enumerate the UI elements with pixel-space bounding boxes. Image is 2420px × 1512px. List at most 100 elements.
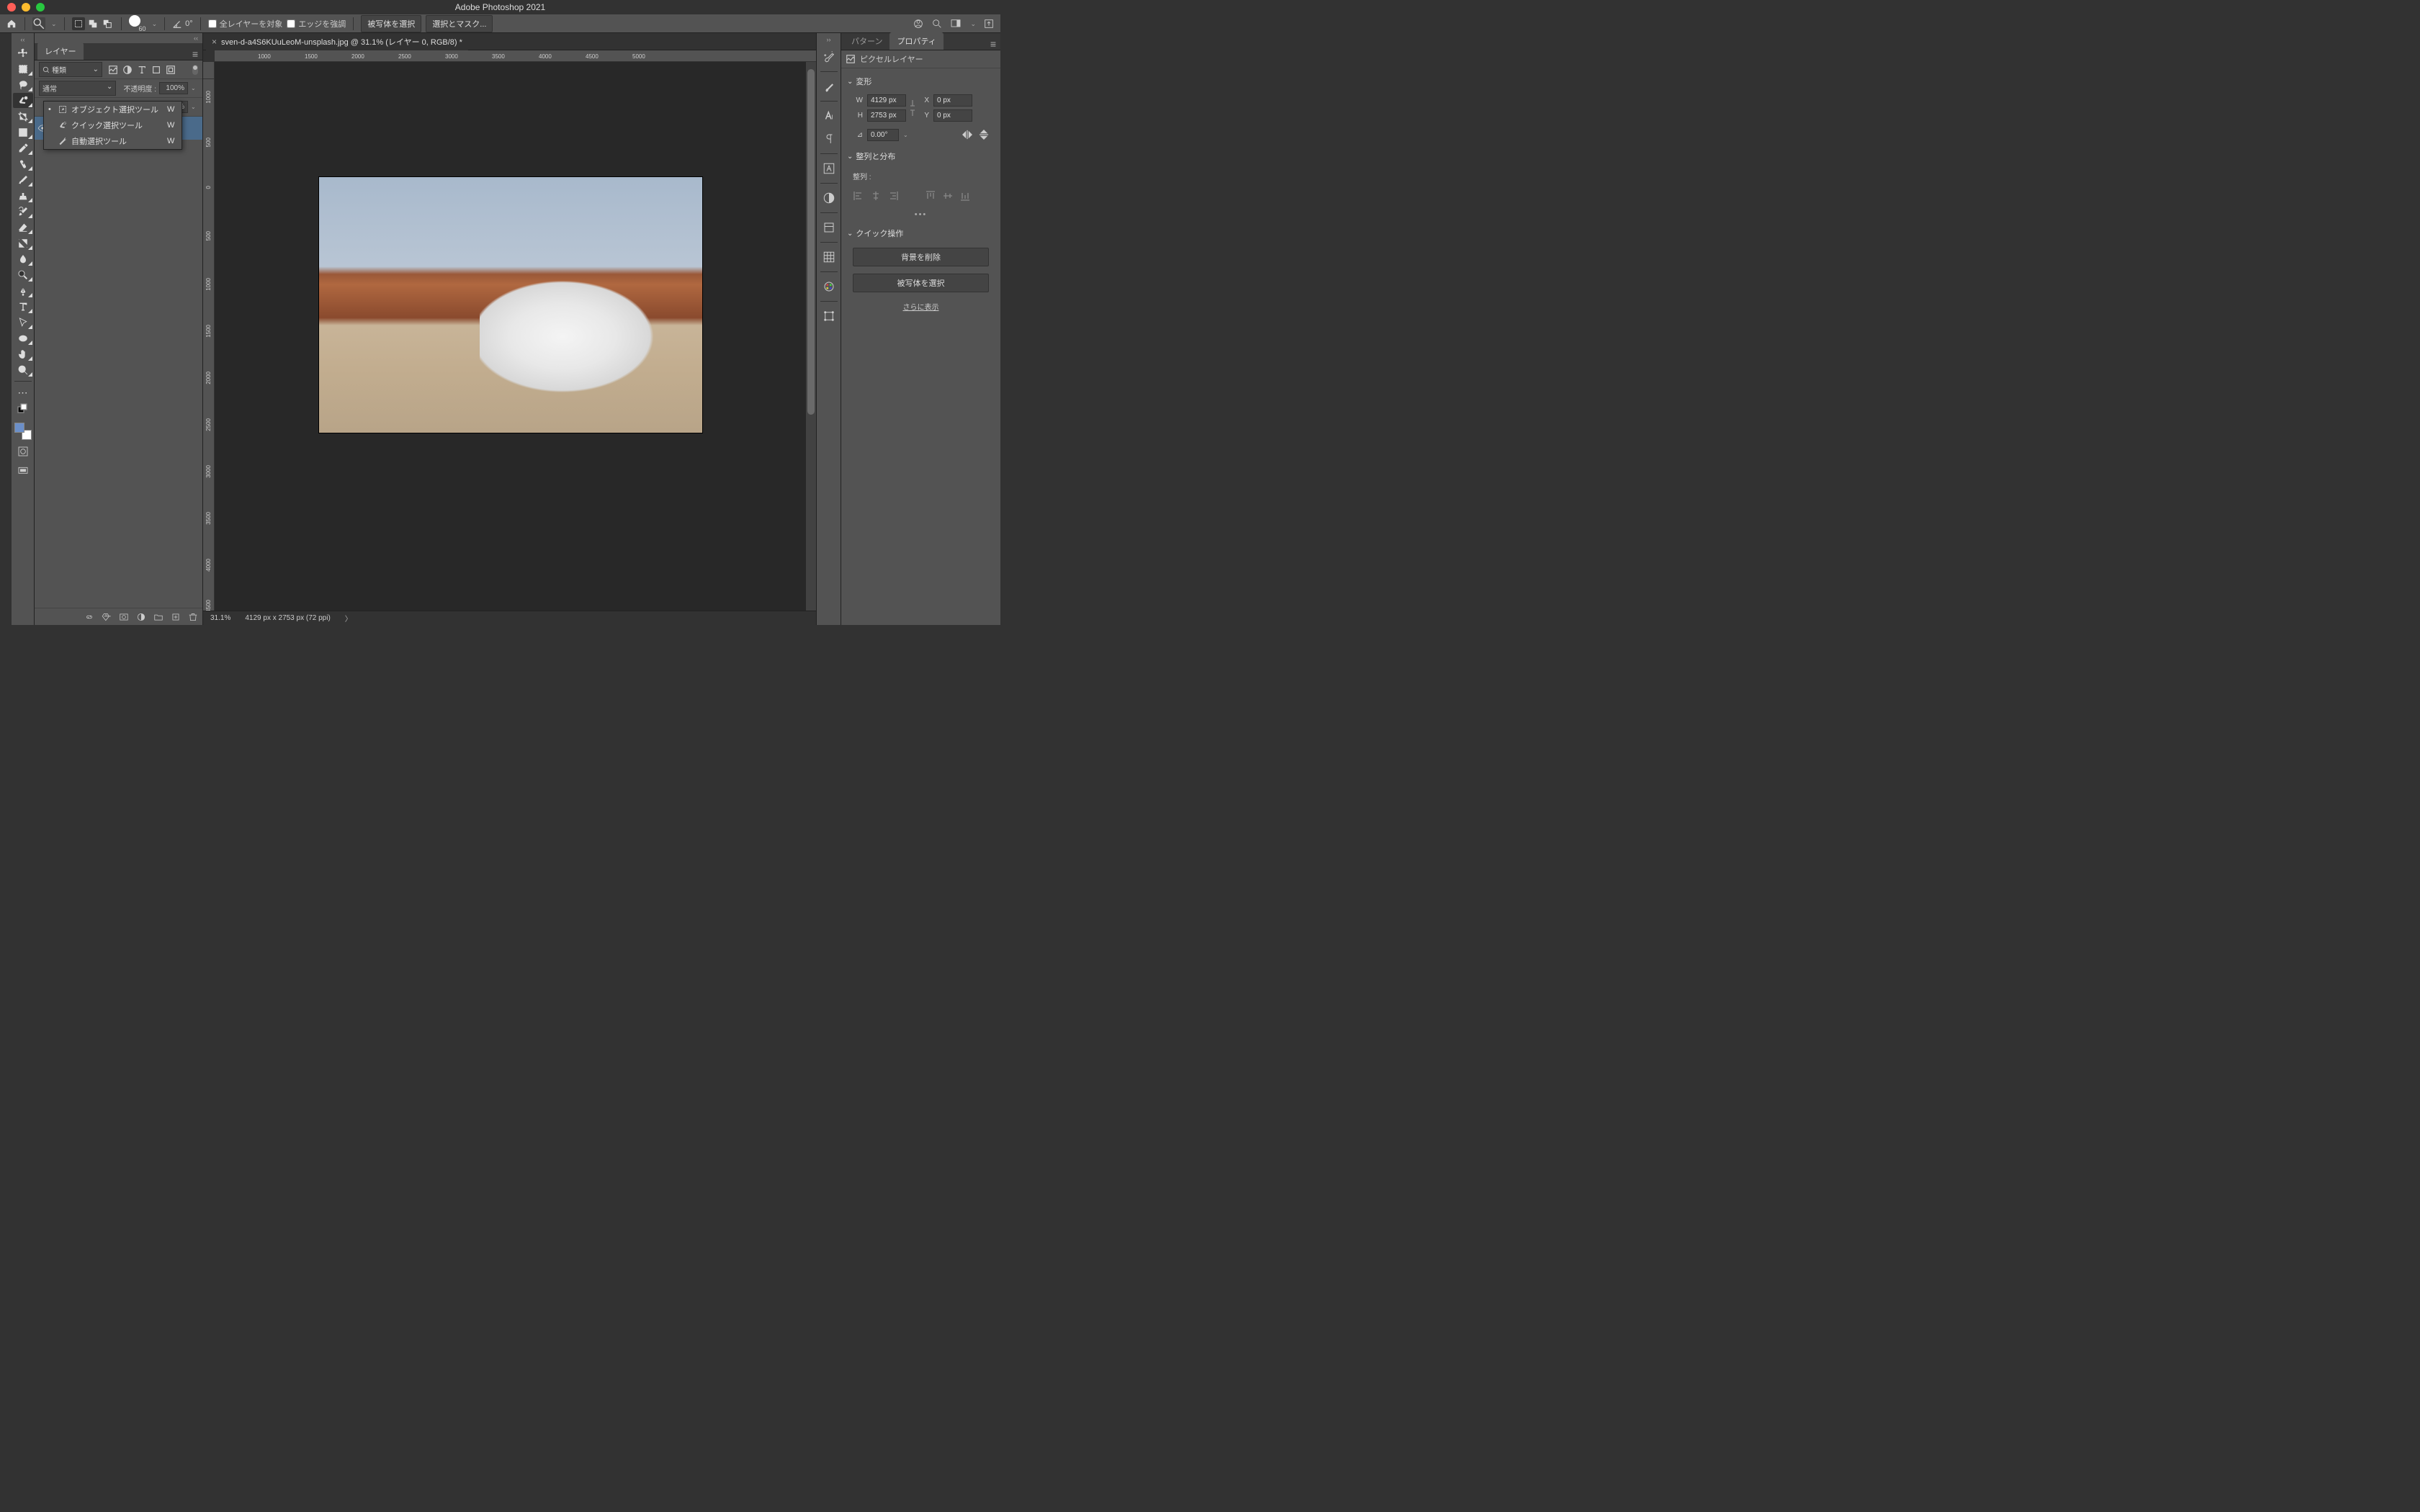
enhance-edge-checkbox[interactable]: エッジを強調 xyxy=(287,18,346,30)
document-dimensions[interactable]: 4129 px x 2753 px (72 ppi) xyxy=(245,614,330,622)
home-icon[interactable] xyxy=(6,19,17,29)
window-zoom[interactable] xyxy=(36,3,45,12)
scrollbar-thumb[interactable] xyxy=(807,69,815,415)
filter-pixel-icon[interactable] xyxy=(108,65,118,75)
remove-background-button[interactable]: 背景を削除 xyxy=(853,248,989,266)
align-section-header[interactable]: 整列と分布 xyxy=(847,148,995,165)
new-layer-icon[interactable] xyxy=(171,612,181,622)
rotation-input[interactable]: 0.00° xyxy=(867,129,899,141)
vertical-ruler[interactable]: 1000 500 0 500 1000 1500 2000 2500 3000 … xyxy=(203,62,215,611)
history-brush-tool[interactable] xyxy=(13,204,33,219)
object-selection-tool-item[interactable]: オブジェクト選択ツール W xyxy=(44,102,182,117)
adjustment-layer-icon[interactable] xyxy=(136,612,146,622)
vertical-scrollbar[interactable] xyxy=(806,62,816,611)
filter-type-icon[interactable] xyxy=(137,65,147,75)
align-right-icon[interactable] xyxy=(887,190,899,202)
healing-brush-tool[interactable] xyxy=(13,156,33,171)
sample-all-layers-checkbox[interactable]: 全レイヤーを対象 xyxy=(208,18,283,30)
close-tab-icon[interactable]: × xyxy=(212,37,217,47)
quick-actions-header[interactable]: クイック操作 xyxy=(847,225,995,242)
screen-mode-icon[interactable] xyxy=(13,463,33,479)
align-hcenter-icon[interactable] xyxy=(870,190,882,202)
x-input[interactable]: 0 px xyxy=(933,94,972,107)
quick-mask-icon[interactable] xyxy=(13,444,33,459)
blend-mode-dropdown[interactable]: 通常⌄ xyxy=(39,81,116,96)
libraries-panel-icon[interactable] xyxy=(819,217,839,238)
lasso-tool[interactable] xyxy=(13,77,33,92)
filter-shape-icon[interactable] xyxy=(151,65,161,75)
brush-settings-panel-icon[interactable] xyxy=(819,46,839,68)
path-selection-tool[interactable] xyxy=(13,315,33,330)
angle-value[interactable]: 0° xyxy=(185,19,193,28)
window-close[interactable] xyxy=(7,3,16,12)
brush-tool[interactable] xyxy=(13,172,33,187)
magic-wand-tool-item[interactable]: 自動選択ツール W xyxy=(44,133,182,149)
color-panel-icon[interactable] xyxy=(819,276,839,297)
align-bottom-icon[interactable] xyxy=(959,190,971,202)
crop-tool[interactable] xyxy=(13,109,33,124)
window-minimize[interactable] xyxy=(22,3,30,12)
cloud-docs-icon[interactable] xyxy=(913,18,924,30)
marquee-tool[interactable] xyxy=(13,61,33,76)
pen-tool[interactable] xyxy=(13,283,33,298)
fill-dropdown-icon[interactable]: ⌄ xyxy=(191,104,198,110)
gradient-tool[interactable] xyxy=(13,235,33,251)
swatches-panel-icon[interactable] xyxy=(819,246,839,268)
frame-tool[interactable] xyxy=(13,125,33,140)
blur-tool[interactable] xyxy=(13,251,33,266)
layers-tab[interactable]: レイヤー xyxy=(37,42,84,60)
edit-toolbar-icon[interactable]: ⋯ xyxy=(13,385,33,400)
adjustments-panel-icon[interactable] xyxy=(819,187,839,209)
hand-tool[interactable] xyxy=(13,346,33,361)
horizontal-ruler[interactable]: 1000 1500 2000 2500 3000 3500 4000 4500 … xyxy=(215,50,816,62)
zoom-tool[interactable] xyxy=(13,362,33,377)
toolbar-collapse-icon[interactable]: ‹‹ xyxy=(21,36,25,45)
color-swatches[interactable] xyxy=(14,423,32,440)
selection-subtract-icon[interactable] xyxy=(101,17,114,30)
opacity-dropdown-icon[interactable]: ⌄ xyxy=(191,85,198,91)
flip-horizontal-icon[interactable] xyxy=(960,130,974,140)
align-vcenter-icon[interactable] xyxy=(942,190,954,202)
ruler-origin[interactable] xyxy=(203,68,215,79)
filter-toggle[interactable] xyxy=(192,65,198,75)
workspace-icon[interactable] xyxy=(950,18,962,30)
selection-add-icon[interactable] xyxy=(86,17,99,30)
show-more-link[interactable]: さらに表示 xyxy=(847,298,995,315)
align-top-icon[interactable] xyxy=(925,190,936,202)
status-info-dropdown[interactable]: 〉 xyxy=(345,613,352,624)
properties-tab[interactable]: プロパティ xyxy=(889,32,943,50)
share-icon[interactable] xyxy=(983,18,995,30)
delete-layer-icon[interactable] xyxy=(188,612,198,622)
eyedropper-tool[interactable] xyxy=(13,140,33,156)
properties-menu-icon[interactable]: ≡ xyxy=(986,38,1000,50)
y-input[interactable]: 0 px xyxy=(933,109,972,122)
quick-selection-tool[interactable] xyxy=(13,93,33,108)
link-wh-icon[interactable] xyxy=(908,97,918,119)
flip-vertical-icon[interactable] xyxy=(979,127,989,142)
select-and-mask-button[interactable]: 選択とマスク... xyxy=(426,15,493,32)
paragraph-panel-icon[interactable] xyxy=(819,128,839,150)
filter-adjustment-icon[interactable] xyxy=(122,65,133,75)
foreground-color-swatch[interactable] xyxy=(14,423,24,433)
dodge-tool[interactable] xyxy=(13,267,33,282)
link-layers-icon[interactable] xyxy=(84,612,94,622)
selection-new-icon[interactable] xyxy=(72,17,85,30)
search-icon[interactable] xyxy=(931,18,943,30)
filter-smart-icon[interactable] xyxy=(166,65,176,75)
character-panel-icon[interactable] xyxy=(819,105,839,127)
patterns-tab[interactable]: パターン xyxy=(844,32,889,50)
layer-filter-type-dropdown[interactable]: 種類 ⌄ xyxy=(39,62,102,77)
height-input[interactable]: 2753 px xyxy=(867,109,906,122)
document-image[interactable] xyxy=(319,177,702,433)
layer-mask-icon[interactable] xyxy=(119,612,129,622)
select-subject-button[interactable]: 被写体を選択 xyxy=(361,15,421,32)
width-input[interactable]: 4129 px xyxy=(867,94,906,107)
quick-selection-tool-item[interactable]: クイック選択ツール W xyxy=(44,117,182,133)
workspace-dropdown[interactable] xyxy=(969,19,976,28)
brushes-panel-icon[interactable] xyxy=(819,76,839,97)
shape-tool[interactable] xyxy=(13,330,33,346)
move-tool[interactable] xyxy=(13,45,33,60)
align-left-icon[interactable] xyxy=(853,190,864,202)
eraser-tool[interactable] xyxy=(13,220,33,235)
select-subject-quick-button[interactable]: 被写体を選択 xyxy=(853,274,989,292)
